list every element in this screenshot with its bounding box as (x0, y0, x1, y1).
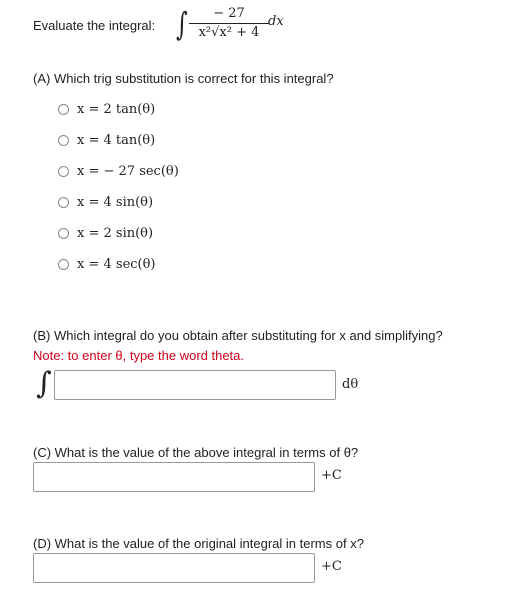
integrand-fraction: − 27 x²√x² + 4 (189, 6, 269, 41)
option-label: x = 2 sin(θ) (77, 225, 154, 241)
radio-button[interactable] (58, 134, 69, 146)
dtheta-label: dθ (342, 377, 359, 392)
radio-button[interactable] (58, 258, 69, 270)
integral-sign-b: ∫ (36, 366, 52, 401)
option-label: x = 4 sin(θ) (77, 194, 154, 210)
option-2[interactable]: x = 4 tan(θ) (58, 131, 155, 149)
option-1[interactable]: x = 2 tan(θ) (58, 100, 155, 118)
part-c-question: (C) What is the value of the above integ… (33, 445, 359, 460)
theta-note: Note: to enter θ, type the word theta. (33, 348, 245, 363)
plus-c-label: +C (321, 559, 342, 574)
radio-button[interactable] (58, 196, 69, 208)
part-d-question: (D) What is the value of the original in… (33, 536, 364, 551)
denominator: x²√x² + 4 (198, 25, 260, 40)
option-label: x = 2 tan(θ) (77, 101, 156, 117)
option-label: x = 4 sec(θ) (77, 256, 156, 272)
part-b-answer-input[interactable] (54, 370, 336, 400)
option-label: x = − 27 sec(θ) (77, 163, 179, 179)
option-4[interactable]: x = 4 sin(θ) (58, 193, 153, 211)
part-d-answer-input[interactable] (33, 553, 315, 583)
option-3[interactable]: x = − 27 sec(θ) (58, 162, 179, 180)
integral-sign: ∫ (176, 5, 188, 43)
option-5[interactable]: x = 2 sin(θ) (58, 224, 153, 242)
radio-button[interactable] (58, 227, 69, 239)
radio-button[interactable] (58, 103, 69, 115)
radio-button[interactable] (58, 165, 69, 177)
numerator: − 27 (213, 6, 245, 21)
plus-c-label: +C (321, 468, 342, 483)
option-label: x = 4 tan(θ) (77, 132, 156, 148)
prompt-label: Evaluate the integral: (33, 18, 156, 33)
part-b-question: (B) Which integral do you obtain after s… (33, 328, 443, 343)
part-c-answer-input[interactable] (33, 462, 315, 492)
part-a-question: (A) Which trig substitution is correct f… (33, 71, 334, 86)
option-6[interactable]: x = 4 sec(θ) (58, 255, 156, 273)
fraction-bar (189, 23, 269, 24)
differential: dx (268, 14, 284, 29)
